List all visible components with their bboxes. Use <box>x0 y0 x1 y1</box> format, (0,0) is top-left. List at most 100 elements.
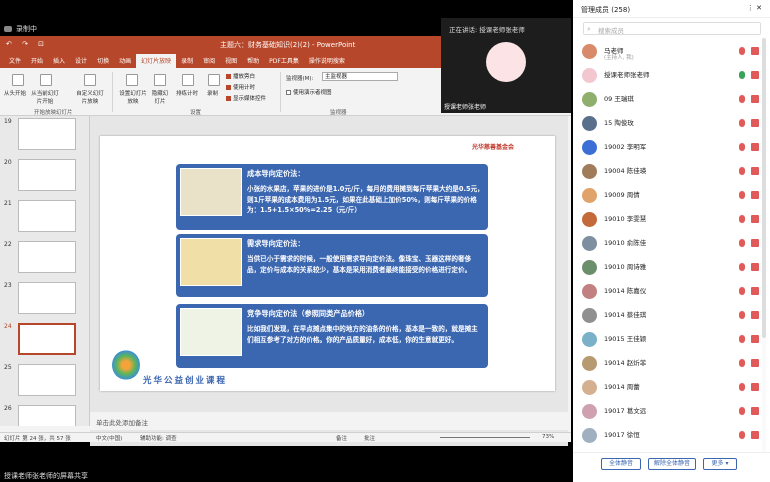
member-row[interactable]: 19014 陈嘉仪 <box>573 280 770 303</box>
tab-help[interactable]: 帮助 <box>242 56 264 68</box>
member-row[interactable]: 马老师 (主持人, 我) <box>573 40 770 63</box>
mic-muted-icon[interactable] <box>739 335 745 343</box>
tab-pdf-tools[interactable]: PDF工具集 <box>264 56 304 68</box>
panel-options-icon[interactable]: ⋮ ✕ <box>747 4 762 12</box>
camera-off-icon[interactable] <box>751 167 759 175</box>
member-row[interactable]: 19010 周诗雅 <box>573 256 770 279</box>
tab-review[interactable]: 审阅 <box>198 56 220 68</box>
narration-checkbox[interactable]: 播放旁白 <box>226 72 255 80</box>
quick-access-toolbar[interactable]: ↶ ↷ ⊡ <box>6 40 48 48</box>
tab-design[interactable]: 设计 <box>70 56 92 68</box>
rehearse-button[interactable]: 排练计时 <box>176 89 198 97</box>
mic-muted-icon[interactable] <box>739 143 745 151</box>
tab-insert[interactable]: 插入 <box>48 56 70 68</box>
from-start-button[interactable]: 从头开始 <box>4 89 26 97</box>
hide-slide-icon[interactable] <box>154 74 166 86</box>
camera-off-icon[interactable] <box>751 359 759 367</box>
mic-muted-icon[interactable] <box>739 95 745 103</box>
timing-checkbox[interactable]: 使用计时 <box>226 83 255 91</box>
record-show-icon[interactable] <box>208 74 220 86</box>
record-show-button[interactable]: 录制 <box>207 89 218 97</box>
member-row[interactable]: 19017 葛文远 <box>573 400 770 423</box>
camera-off-icon[interactable] <box>751 143 759 151</box>
camera-off-icon[interactable] <box>751 95 759 103</box>
mic-muted-icon[interactable] <box>739 359 745 367</box>
member-list-scrollbar[interactable] <box>762 38 766 452</box>
accessibility[interactable]: 辅助功能: 调查 <box>140 434 177 442</box>
tell-me-search[interactable]: 操作说明搜索 <box>304 56 350 68</box>
member-search-input[interactable]: 搜索成员 <box>583 22 761 35</box>
tab-view[interactable]: 视图 <box>220 56 242 68</box>
custom-show-icon[interactable] <box>84 74 96 86</box>
tab-animations[interactable]: 动画 <box>114 56 136 68</box>
mic-muted-icon[interactable] <box>739 311 745 319</box>
camera-off-icon[interactable] <box>751 71 759 79</box>
unmute-all-button[interactable]: 解除全体静音 <box>648 458 696 470</box>
presenter-view-checkbox[interactable]: 使用演示者视图 <box>286 88 332 96</box>
tab-slideshow[interactable]: 幻灯片放映 <box>136 54 177 68</box>
media-controls-checkbox[interactable]: 显示媒体控件 <box>226 94 266 102</box>
member-row[interactable]: 19014 周蕾 <box>573 376 770 399</box>
camera-off-icon[interactable] <box>751 287 759 295</box>
monitor-select[interactable]: 主监视器 <box>322 72 398 81</box>
member-row[interactable]: 授课老师张老师 <box>573 64 770 87</box>
member-row[interactable]: 15 陶俊玫 <box>573 112 770 135</box>
member-row[interactable]: 19017 徐恒 <box>573 424 770 447</box>
mic-on-icon[interactable] <box>739 71 745 79</box>
mic-muted-icon[interactable] <box>739 383 745 391</box>
setup-show-button[interactable]: 设置幻灯片放映 <box>118 89 148 105</box>
mic-muted-icon[interactable] <box>739 239 745 247</box>
custom-show-button[interactable]: 自定义幻灯片放映 <box>74 89 106 105</box>
notes-pane[interactable]: 单击此处添加备注 <box>90 412 568 430</box>
mic-muted-icon[interactable] <box>739 167 745 175</box>
member-row[interactable]: 19015 王佳颖 <box>573 328 770 351</box>
mic-muted-icon[interactable] <box>739 47 745 55</box>
play-from-current-icon[interactable] <box>40 74 52 86</box>
slide-thumbnail[interactable]: 20 <box>4 159 89 197</box>
member-row[interactable]: 19014 赵炘菲 <box>573 352 770 375</box>
mute-all-button[interactable]: 全体静音 <box>601 458 641 470</box>
tab-file[interactable]: 文件 <box>4 56 26 68</box>
notes-toggle[interactable]: 备注 <box>336 434 347 442</box>
slide-thumbnail[interactable]: 22 <box>4 241 89 279</box>
camera-off-icon[interactable] <box>751 191 759 199</box>
slide-thumbnail-selected[interactable]: 24 <box>4 323 89 361</box>
camera-off-icon[interactable] <box>751 311 759 319</box>
mic-muted-icon[interactable] <box>739 119 745 127</box>
member-row[interactable]: 09 王瑞琪 <box>573 88 770 111</box>
slide-thumbnail[interactable]: 25 <box>4 364 89 402</box>
camera-off-icon[interactable] <box>751 383 759 391</box>
tab-transitions[interactable]: 切换 <box>92 56 114 68</box>
member-row[interactable]: 19004 陈佳瑛 <box>573 160 770 183</box>
member-row[interactable]: 19010 俞陈佳 <box>573 232 770 255</box>
mic-muted-icon[interactable] <box>739 215 745 223</box>
camera-off-icon[interactable] <box>751 47 759 55</box>
camera-off-icon[interactable] <box>751 263 759 271</box>
member-row[interactable]: 19010 李雯慧 <box>573 208 770 231</box>
slide-thumbnail[interactable]: 26 <box>4 405 89 426</box>
camera-off-icon[interactable] <box>751 431 759 439</box>
mic-muted-icon[interactable] <box>739 407 745 415</box>
play-from-start-icon[interactable] <box>12 74 24 86</box>
slide-thumbnail[interactable]: 19 <box>4 118 89 156</box>
from-current-button[interactable]: 从当前幻灯片开始 <box>30 89 60 105</box>
camera-off-icon[interactable] <box>751 215 759 223</box>
camera-off-icon[interactable] <box>751 239 759 247</box>
mic-muted-icon[interactable] <box>739 191 745 199</box>
camera-off-icon[interactable] <box>751 335 759 343</box>
zoom-level[interactable]: 73% <box>542 434 554 440</box>
camera-off-icon[interactable] <box>751 119 759 127</box>
more-button[interactable]: 更多 ▾ <box>703 458 737 470</box>
mic-muted-icon[interactable] <box>739 431 745 439</box>
tab-record[interactable]: 录制 <box>176 56 198 68</box>
rehearse-icon[interactable] <box>182 74 194 86</box>
setup-show-icon[interactable] <box>126 74 138 86</box>
member-row[interactable]: 19002 李明军 <box>573 136 770 159</box>
tab-home[interactable]: 开始 <box>26 56 48 68</box>
slide-thumbnail[interactable]: 23 <box>4 282 89 320</box>
member-row[interactable]: 19009 周倩 <box>573 184 770 207</box>
zoom-slider[interactable] <box>440 437 530 438</box>
comments-toggle[interactable]: 批注 <box>364 434 375 442</box>
mic-muted-icon[interactable] <box>739 263 745 271</box>
member-row[interactable]: 19014 蔡佳琪 <box>573 304 770 327</box>
